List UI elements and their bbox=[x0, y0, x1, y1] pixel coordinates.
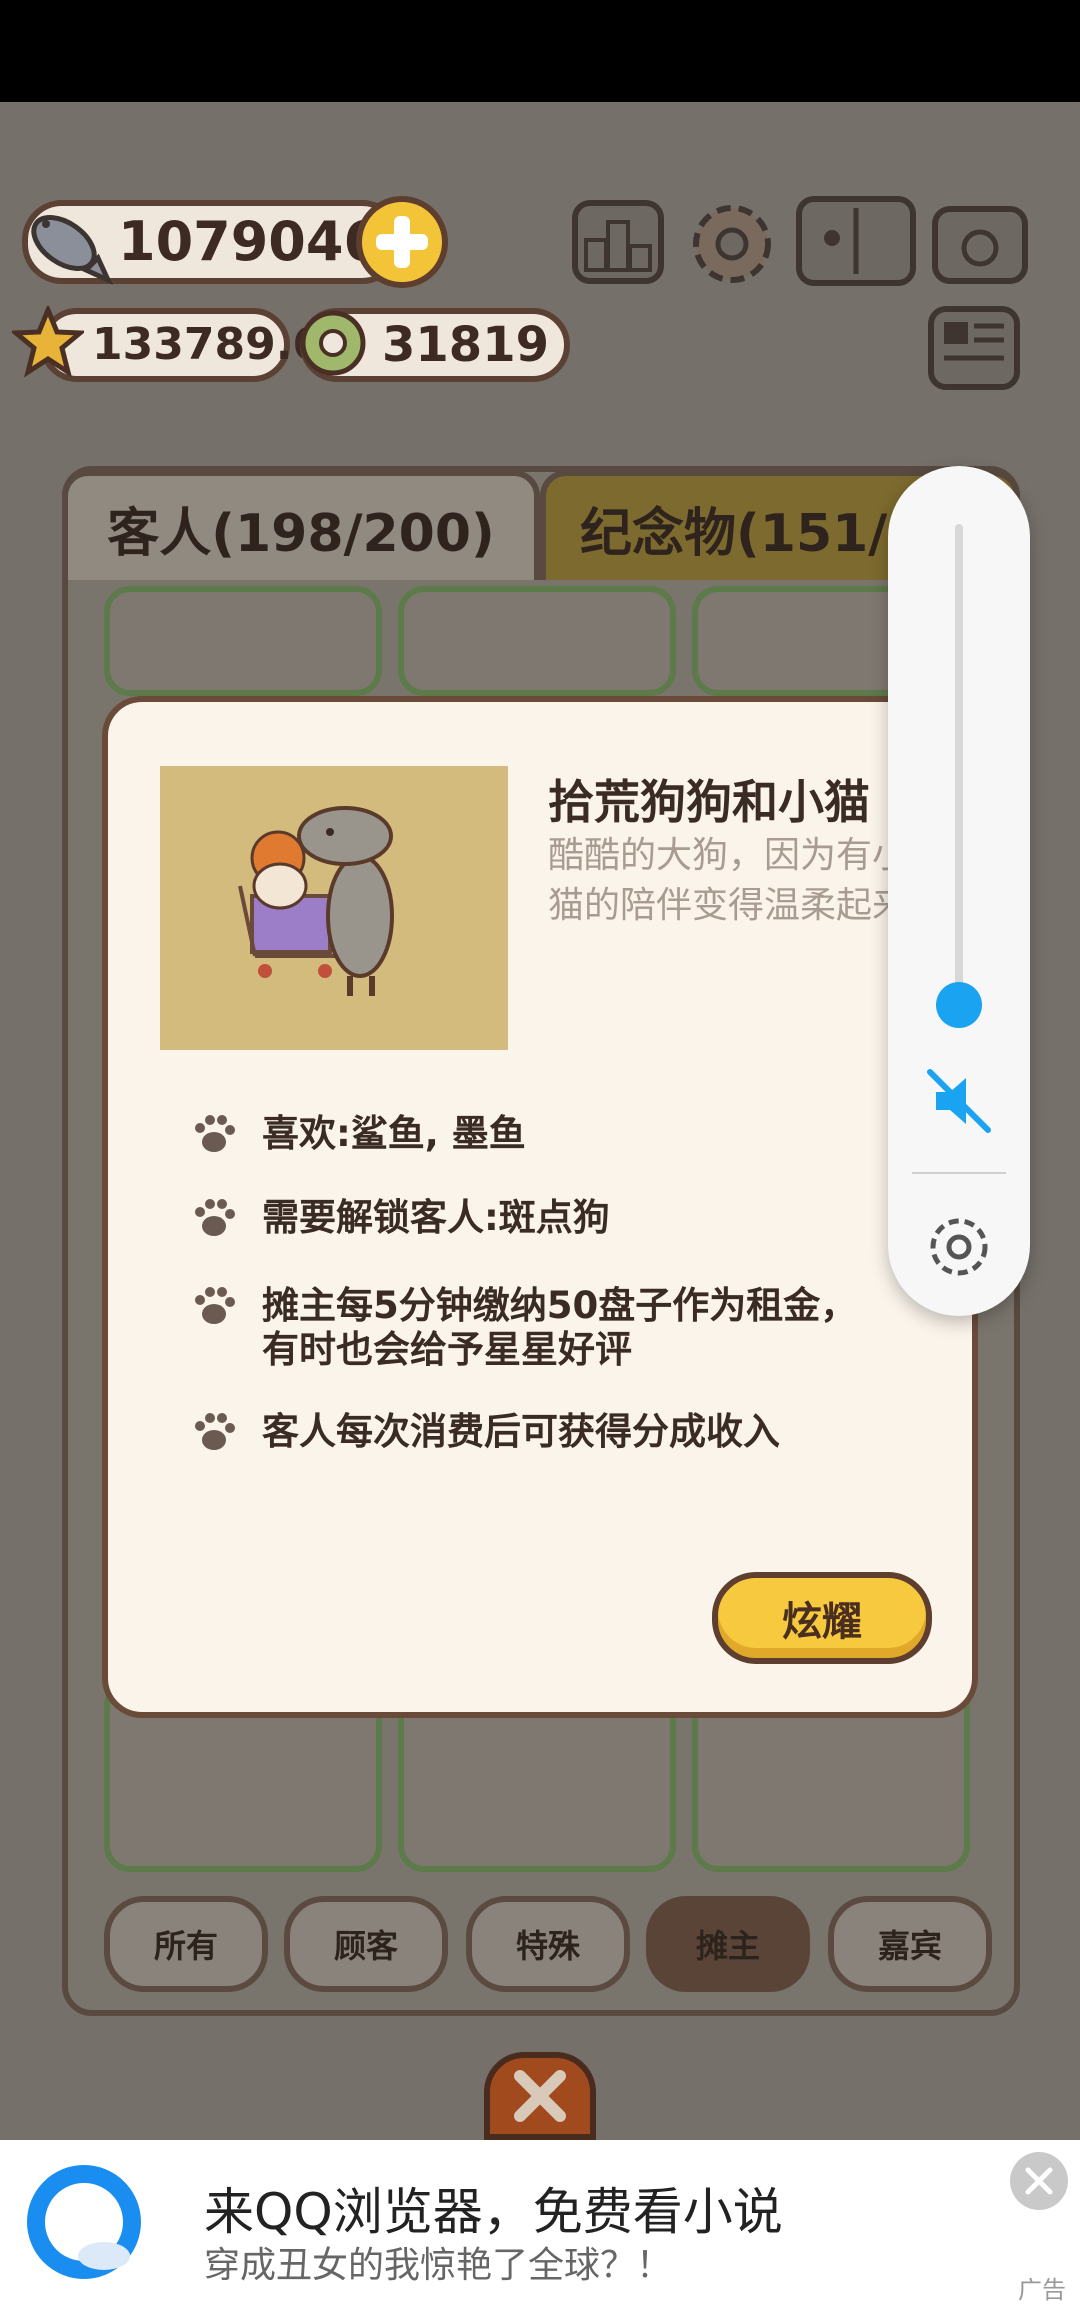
add-fish-button[interactable] bbox=[356, 196, 448, 288]
filter-guests[interactable]: 嘉宾 bbox=[828, 1896, 992, 1992]
camera-button[interactable] bbox=[932, 206, 1028, 284]
volume-slider-thumb[interactable] bbox=[936, 982, 982, 1028]
newspaper-icon bbox=[944, 322, 1004, 361]
filter-customers[interactable]: 顾客 bbox=[284, 1896, 448, 1992]
filter-all-label: 所有 bbox=[153, 1927, 218, 1965]
ad-tag: 广告 bbox=[1018, 2276, 1066, 2304]
paw-icon bbox=[195, 1199, 235, 1236]
filter-special[interactable]: 特殊 bbox=[466, 1896, 630, 1992]
volume-slider-track[interactable] bbox=[955, 524, 963, 1004]
guest-desc-line1: 酷酷的大狗，因为有小 bbox=[548, 835, 888, 876]
close-icon bbox=[514, 2070, 566, 2122]
guest-desc-line2: 猫的陪伴变得温柔起来 bbox=[548, 885, 888, 926]
sound-settings-button[interactable] bbox=[922, 1210, 996, 1284]
ranking-icon bbox=[584, 220, 652, 272]
paw-icon bbox=[195, 1115, 235, 1152]
filter-stall-owner[interactable]: 摊主 bbox=[646, 1896, 810, 1992]
guest-portrait bbox=[160, 766, 508, 1050]
settings-icon bbox=[930, 1218, 988, 1276]
guest-title: 拾荒狗狗和小猫 bbox=[548, 775, 870, 829]
qq-browser-icon bbox=[26, 2164, 144, 2282]
donut-icon bbox=[300, 310, 366, 376]
volume-divider bbox=[912, 1172, 1006, 1174]
filter-all[interactable]: 所有 bbox=[104, 1896, 268, 1992]
show-off-button[interactable]: 炫耀 bbox=[712, 1572, 932, 1664]
fish-icon bbox=[31, 215, 114, 286]
filter-guests-label: 嘉宾 bbox=[877, 1927, 942, 1965]
filter-stall-owner-label: 摊主 bbox=[695, 1927, 760, 1965]
close-icon bbox=[1025, 2167, 1053, 2195]
tab-souvenirs-label: 纪念物(151/2 bbox=[580, 503, 924, 564]
ad-close-button[interactable] bbox=[1010, 2152, 1068, 2210]
camera-icon bbox=[961, 229, 999, 267]
ranking-button[interactable] bbox=[572, 200, 664, 284]
settings-gear-button[interactable] bbox=[686, 198, 778, 290]
close-panel-button[interactable] bbox=[484, 2052, 596, 2140]
mute-toggle[interactable] bbox=[922, 1064, 996, 1138]
bullet-revenue: 客人每次消费后可获得分成收入 bbox=[262, 1410, 780, 1453]
ad-subtitle[interactable]: 穿成丑女的我惊艳了全球？！ bbox=[204, 2236, 672, 2288]
star-count: 133789.6 bbox=[92, 319, 324, 370]
star-icon bbox=[12, 306, 84, 378]
mute-icon bbox=[927, 1069, 991, 1133]
bullet-rent-line2: 有时也会给予星星好评 bbox=[262, 1328, 632, 1371]
paw-icon bbox=[195, 1287, 235, 1324]
gear-icon bbox=[693, 205, 771, 283]
guest-card[interactable] bbox=[398, 586, 676, 696]
guest-card[interactable] bbox=[104, 586, 382, 696]
plus-icon bbox=[376, 216, 428, 268]
filter-customers-label: 顾客 bbox=[333, 1927, 398, 1965]
status-bar bbox=[0, 0, 1080, 102]
book-icon bbox=[824, 208, 859, 274]
ad-title[interactable]: 来QQ浏览器，免费看小说 bbox=[204, 2172, 783, 2244]
donut-count: 31819 bbox=[382, 317, 549, 373]
book-button[interactable] bbox=[796, 196, 916, 286]
tab-guests[interactable]: 客人(198/200) bbox=[62, 470, 540, 580]
show-off-label: 炫耀 bbox=[782, 1599, 862, 1645]
paw-icon bbox=[195, 1413, 235, 1450]
tab-guests-label: 客人(198/200) bbox=[107, 503, 495, 564]
newspaper-button[interactable] bbox=[928, 306, 1020, 390]
filter-special-label: 特殊 bbox=[515, 1927, 580, 1965]
